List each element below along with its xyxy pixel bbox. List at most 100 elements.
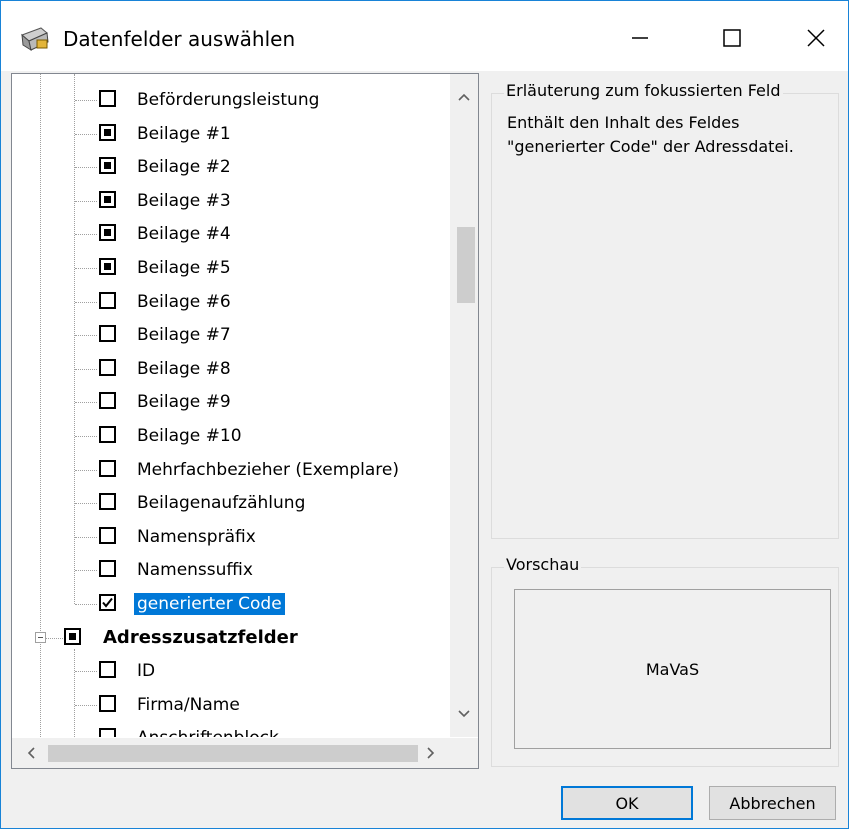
description-line-2: "generierter Code" der Adressdatei. <box>507 137 794 156</box>
maximize-button[interactable] <box>697 13 767 63</box>
scroll-up-button[interactable] <box>450 86 478 108</box>
tree-connector-line <box>75 402 97 404</box>
tree-item[interactable]: Beilage #1 <box>12 118 449 151</box>
checkbox[interactable] <box>99 493 116 511</box>
maximize-icon <box>723 29 741 47</box>
tree-item[interactable]: Beilage #3 <box>12 185 449 218</box>
ok-button[interactable]: OK <box>561 786 693 820</box>
tree-connector-line <box>75 133 97 135</box>
tree-connector-line <box>75 604 97 605</box>
description-group <box>491 93 839 539</box>
checkmark-icon <box>102 597 113 608</box>
tree-item[interactable]: ID <box>12 655 449 688</box>
horizontal-scrollbar[interactable] <box>12 738 478 768</box>
title-bar: Datenfelder auswählen <box>1 1 848 71</box>
preview-value: MaVaS <box>645 659 700 679</box>
checkbox[interactable] <box>99 325 116 343</box>
checkbox[interactable] <box>99 526 116 544</box>
tree-connector-line <box>75 335 97 337</box>
checkbox-indeterminate[interactable] <box>64 627 81 645</box>
scroll-left-button[interactable] <box>20 742 42 764</box>
tree-connector-line <box>75 100 97 101</box>
tree-connector-line <box>75 704 97 706</box>
close-button[interactable] <box>781 13 849 63</box>
checkbox[interactable] <box>99 90 116 107</box>
tree-item-label: ID <box>137 661 156 682</box>
tree-item[interactable]: Namenspräfix <box>12 521 449 554</box>
tree-item[interactable]: Beilagenaufzählung <box>12 487 449 520</box>
vertical-scrollbar[interactable] <box>450 74 478 737</box>
tree-item[interactable]: Beilage #8 <box>12 353 449 386</box>
tree-item[interactable]: Beförderungsleistung <box>12 84 449 117</box>
window-title: Datenfelder auswählen <box>63 27 296 51</box>
tree-group-row[interactable]: Adresszusatzfelder <box>12 622 449 655</box>
tree-item[interactable]: Anschriftenblock <box>12 722 449 737</box>
tree-connector-line <box>75 368 97 370</box>
tree-item[interactable]: Beilage #10 <box>12 420 449 453</box>
tree-item-label: Beilage #8 <box>137 358 231 379</box>
tree-connector-line <box>75 570 97 572</box>
preview-group-title: Vorschau <box>504 555 582 574</box>
scrollbar-corner <box>450 738 478 768</box>
tree-item-label: Beilage #1 <box>137 123 231 144</box>
tree-item-label: Beilage #9 <box>137 392 231 413</box>
tree-item-label: Beilage #6 <box>137 291 231 312</box>
tree-connector-line <box>75 503 97 505</box>
checkbox-indeterminate[interactable] <box>99 157 116 175</box>
checkbox[interactable] <box>99 560 116 578</box>
tree-connector-line <box>75 469 97 471</box>
tree-item-label: Namenspräfix <box>137 526 256 547</box>
tree-item[interactable]: Beilage #2 <box>12 151 449 184</box>
preview-box: MaVaS <box>514 589 831 749</box>
scroll-right-button[interactable] <box>420 742 442 764</box>
tree-connector-line <box>45 637 65 639</box>
vertical-scroll-thumb[interactable] <box>457 227 475 303</box>
tree-item-label: Beilage #2 <box>137 157 231 178</box>
chevron-down-icon <box>458 710 470 718</box>
tree-connector-line <box>75 234 97 236</box>
checkbox-indeterminate[interactable] <box>99 258 116 275</box>
tree-item[interactable]: Mehrfachbezieher (Exemplare) <box>12 454 449 487</box>
tree-item[interactable]: generierter Code <box>12 588 449 621</box>
checkbox-indeterminate[interactable] <box>99 190 116 208</box>
tree-connector-line <box>75 268 97 269</box>
tree-item-label: Anschriftenblock <box>134 727 282 737</box>
checkbox[interactable] <box>99 291 116 309</box>
checkbox[interactable] <box>99 459 116 477</box>
tree-item[interactable]: Beilage #7 <box>12 319 449 352</box>
tree-item[interactable]: Beilage #9 <box>12 386 449 419</box>
tree-item[interactable]: Firma/Name <box>12 689 449 722</box>
checkbox[interactable] <box>99 358 116 376</box>
checkbox[interactable] <box>99 661 116 679</box>
tree-connector-line <box>75 167 97 169</box>
field-tree[interactable]: Beförderungsleistung Beilage #1 Beilage #2… <box>11 73 479 769</box>
tree-item-label: Namenssuffix <box>137 560 253 581</box>
tree-item[interactable]: Beilage #5 <box>12 252 449 285</box>
close-icon <box>807 29 825 47</box>
checkbox-checked[interactable] <box>99 594 116 611</box>
description-line-1: Enthält den Inhalt des Feldes <box>507 113 740 132</box>
scroll-down-button[interactable] <box>450 703 478 725</box>
horizontal-scroll-thumb[interactable] <box>48 745 418 762</box>
checkbox[interactable] <box>99 694 116 712</box>
minimize-button[interactable] <box>605 13 675 63</box>
collapse-icon[interactable] <box>35 631 46 643</box>
chevron-up-icon <box>458 93 470 101</box>
tree-item[interactable]: Beilage #4 <box>12 218 449 251</box>
tree-connector-line <box>75 301 97 303</box>
cancel-button[interactable]: Abbrechen <box>709 786 836 820</box>
tree-item-label: Beilagenaufzählung <box>137 493 306 514</box>
tree-item[interactable]: Namenssuffix <box>12 554 449 587</box>
tree-item-label: generierter Code <box>133 592 286 616</box>
checkbox[interactable] <box>99 426 116 443</box>
checkbox-indeterminate[interactable] <box>99 224 116 242</box>
tree-item-label: Beilage #5 <box>137 258 231 278</box>
checkbox-indeterminate[interactable] <box>99 123 116 141</box>
chevron-right-icon <box>427 747 435 759</box>
checkbox[interactable] <box>99 392 116 410</box>
checkbox[interactable] <box>99 728 116 737</box>
tree-group-label: Adresszusatzfelder <box>103 626 298 648</box>
tree-item-label: Mehrfachbezieher (Exemplare) <box>137 459 399 480</box>
tree-item[interactable]: Beilage #6 <box>12 286 449 319</box>
tree-item-label: Beilage #10 <box>137 426 242 446</box>
